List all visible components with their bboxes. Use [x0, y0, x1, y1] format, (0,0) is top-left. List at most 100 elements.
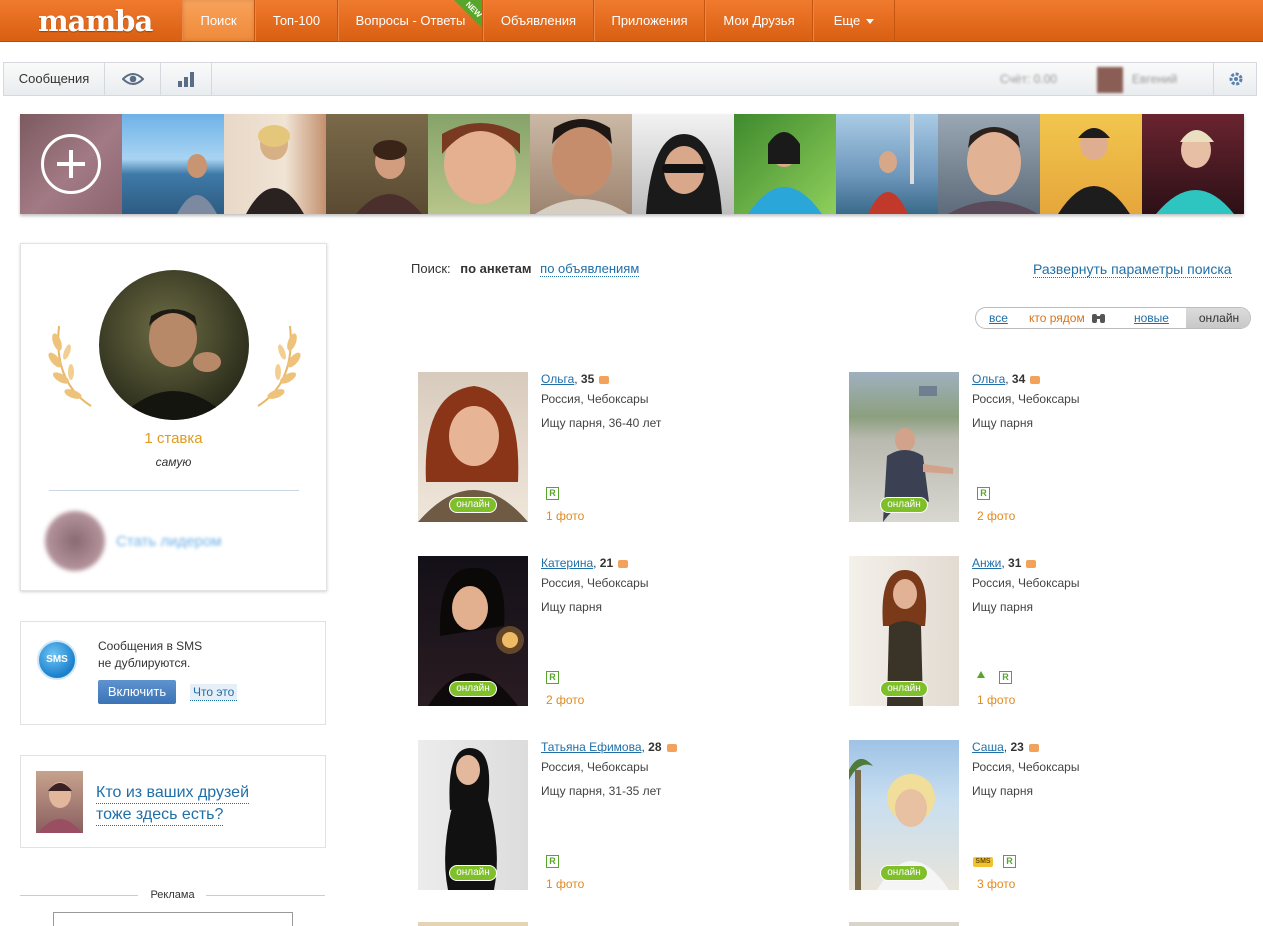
- search-by-profiles[interactable]: по анкетам: [460, 261, 531, 276]
- profile-looking-for: Ищу парня, 31-35 лет: [541, 784, 662, 798]
- bar-chart-icon: [178, 72, 194, 87]
- eye-icon: [121, 73, 144, 85]
- profile-name-row: Ольга, 35: [541, 372, 610, 386]
- profile-name-link[interactable]: Анжи: [972, 556, 1001, 570]
- settings-button[interactable]: [1213, 63, 1257, 95]
- profile-photos-link[interactable]: 1 фото: [977, 693, 1015, 707]
- balance[interactable]: Счёт: 0.00: [1000, 63, 1057, 95]
- find-friends-line1: Кто из ваших друзей: [96, 782, 250, 804]
- bid-count[interactable]: 1 ставка: [21, 430, 326, 447]
- profile-photos-link[interactable]: 1 фото: [546, 877, 584, 891]
- profile-name-row: Татьяна Ефимова, 28: [541, 740, 677, 754]
- profile-looking-for: Ищу парня: [972, 600, 1033, 614]
- enable-sms-button[interactable]: Включить: [98, 680, 176, 704]
- sms-card: SMS Сообщения в SMS не дублируются. Вклю…: [20, 621, 326, 725]
- strip-photo[interactable]: [224, 114, 326, 214]
- photo-leader-strip: [20, 114, 1244, 214]
- profile-location: Россия, Чебоксары: [541, 760, 649, 774]
- strip-photo[interactable]: [122, 114, 224, 214]
- strip-photo[interactable]: [938, 114, 1040, 214]
- expand-search-link[interactable]: Развернуть параметры поиска: [1033, 261, 1232, 278]
- nav-questions-label: Вопросы - Ответы: [355, 13, 466, 28]
- nav-ads[interactable]: Объявления: [483, 0, 594, 41]
- nav-more[interactable]: Еще: [813, 0, 895, 41]
- strip-photo[interactable]: [1142, 114, 1244, 214]
- profile-name-row: Анжи, 31: [972, 556, 1037, 570]
- profile-photo[interactable]: онлайн: [418, 556, 528, 706]
- profile-location: Россия, Чебоксары: [972, 576, 1080, 590]
- username[interactable]: Евгений: [1132, 63, 1177, 95]
- nav-search[interactable]: Поиск: [182, 0, 255, 41]
- profile-photo[interactable]: онлайн: [849, 556, 959, 706]
- friend-photo[interactable]: [36, 771, 83, 833]
- find-friends-link[interactable]: Кто из ваших друзей тоже здесь есть?: [96, 782, 250, 826]
- become-leader-link[interactable]: Стать лидером: [116, 533, 222, 550]
- strip-photo[interactable]: [326, 114, 428, 214]
- filter-new[interactable]: новые: [1134, 308, 1169, 328]
- profile-name-link[interactable]: Ольга: [541, 372, 574, 386]
- strip-photo[interactable]: [836, 114, 938, 214]
- profile-name-link[interactable]: Ольга: [972, 372, 1005, 386]
- profile-name-link[interactable]: Саша: [972, 740, 1004, 754]
- what-is-this-link[interactable]: Что это: [190, 684, 238, 701]
- sms-notice-line2: не дублируются.: [98, 656, 191, 670]
- my-avatar[interactable]: [45, 511, 105, 571]
- sms-notice-line1: Сообщения в SMS: [98, 639, 203, 653]
- top-navigation: mamba Поиск Топ-100 Вопросы - Ответы NEW…: [0, 0, 1263, 42]
- add-photo-button[interactable]: [20, 114, 122, 214]
- messages-button[interactable]: Сообщения: [4, 63, 105, 95]
- profile-photo[interactable]: [849, 922, 959, 926]
- profile-photos-link[interactable]: 2 фото: [977, 509, 1015, 523]
- profile-card: онлайн Анжи, 31 Россия, Чебоксары Ищу па…: [849, 556, 1249, 707]
- profile-photo[interactable]: онлайн: [418, 372, 528, 522]
- nav-more-label: Еще: [833, 13, 861, 28]
- profile-photo[interactable]: онлайн: [849, 740, 959, 890]
- profile-photo[interactable]: онлайн: [849, 372, 959, 522]
- profile-age: 21: [599, 556, 614, 570]
- guests-button[interactable]: [105, 63, 161, 95]
- profile-name-link[interactable]: Татьяна Ефимова: [541, 740, 642, 754]
- strip-photo[interactable]: [734, 114, 836, 214]
- profile-photo[interactable]: онлайн: [418, 740, 528, 890]
- filter-online[interactable]: онлайн: [1186, 308, 1250, 328]
- stats-button[interactable]: [161, 63, 212, 95]
- online-badge: онлайн: [449, 865, 497, 881]
- divider: [49, 490, 299, 491]
- leader-avatar[interactable]: [99, 270, 249, 420]
- strip-photo[interactable]: [632, 114, 734, 214]
- filter-all[interactable]: все: [989, 308, 1008, 328]
- person-photo: [356, 140, 422, 214]
- profile-photos-link[interactable]: 1 фото: [546, 509, 584, 523]
- strip-photo[interactable]: [1040, 114, 1142, 214]
- arrow-up-icon: [977, 671, 985, 678]
- profile-age: 31: [1008, 556, 1022, 570]
- person-photo: [1156, 130, 1234, 214]
- nav-questions[interactable]: Вопросы - Ответы NEW: [338, 0, 483, 41]
- nav-apps[interactable]: Приложения: [594, 0, 705, 41]
- ad-label: Реклама: [150, 889, 195, 901]
- profile-name-row: Катерина, 21: [541, 556, 629, 570]
- nav-top100[interactable]: Топ-100: [255, 0, 338, 41]
- filter-nearby-label: кто рядом: [1029, 311, 1085, 325]
- strip-photo[interactable]: [530, 114, 632, 214]
- nav-friends[interactable]: Мои Друзья: [705, 0, 813, 41]
- webcam-icon: [666, 743, 677, 752]
- profile-photo[interactable]: [418, 922, 528, 926]
- ad-banner[interactable]: [53, 912, 293, 926]
- search-by-ads-link[interactable]: по объявлениям: [540, 261, 640, 277]
- person-photo: [535, 119, 628, 214]
- find-friends-card: Кто из ваших друзей тоже здесь есть?: [20, 755, 326, 848]
- leader-card: 1 ставка самую Стать лидером: [20, 243, 327, 591]
- person-photo: [868, 114, 914, 214]
- user-avatar[interactable]: [1097, 63, 1127, 95]
- filter-nearby[interactable]: кто рядом: [1029, 308, 1106, 328]
- profile-age: 35: [580, 372, 595, 386]
- user-toolbar: Сообщения Счёт: 0.00 Евгений: [3, 62, 1257, 96]
- strip-photo[interactable]: [428, 114, 530, 214]
- webcam-icon: [1026, 559, 1037, 568]
- profile-name-link[interactable]: Катерина: [541, 556, 593, 570]
- profile-card: онлайн Катерина, 21 Россия, Чебоксары Ищ…: [418, 556, 818, 707]
- profile-photos-link[interactable]: 2 фото: [546, 693, 584, 707]
- profile-photos-link[interactable]: 3 фото: [977, 877, 1015, 891]
- mamba-logo[interactable]: mamba: [38, 4, 153, 38]
